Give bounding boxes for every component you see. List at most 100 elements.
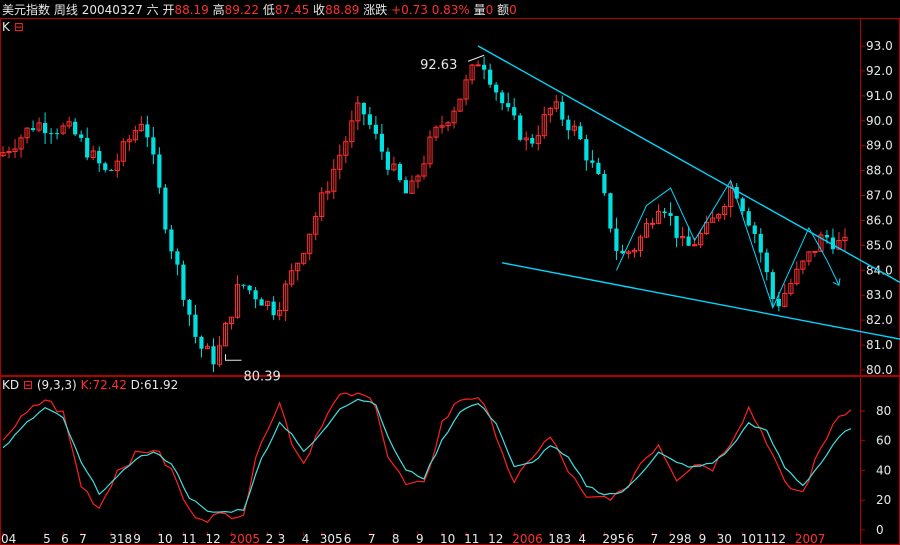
candle-body — [812, 250, 818, 253]
candle-body — [596, 162, 601, 174]
candle-body — [614, 228, 619, 251]
candle-body — [482, 64, 487, 70]
candlestick-series — [0, 56, 848, 373]
kd-series — [2, 392, 852, 524]
time-tick-label: 4 — [578, 532, 586, 545]
price-tick-label: 91.0 — [866, 89, 893, 103]
candle-body — [824, 234, 830, 238]
candle-body — [740, 198, 745, 212]
candle-body — [752, 225, 757, 234]
candle-body — [776, 299, 781, 307]
candle-body — [247, 285, 252, 291]
extreme-leader-line — [467, 54, 485, 62]
time-tick-label: 7 — [368, 532, 376, 545]
candle-body — [530, 138, 535, 144]
candle-body — [608, 193, 613, 229]
candle-body — [649, 222, 656, 225]
candle-body — [73, 121, 78, 135]
candle-body — [42, 122, 48, 134]
candle-body — [385, 151, 391, 170]
candle-body — [79, 134, 84, 138]
candle-body — [578, 126, 583, 140]
candle-body — [500, 92, 505, 104]
price-tick-label: 89.0 — [866, 139, 893, 153]
candle-body — [55, 133, 60, 135]
price-tick-label: 90.0 — [866, 114, 893, 128]
candle-body — [361, 103, 366, 115]
candle-body — [686, 236, 691, 246]
candle-body — [259, 299, 264, 306]
candle-body — [488, 69, 493, 85]
candle-body — [560, 101, 565, 120]
candle-body — [770, 272, 775, 300]
time-tick-label: 04 — [1, 532, 16, 545]
candle-body — [662, 211, 667, 214]
candle-body — [163, 187, 168, 230]
candle-body — [175, 251, 180, 265]
kd-tick-label: 40 — [876, 463, 891, 477]
time-tick-label: 6 — [61, 532, 69, 545]
candle-body — [590, 160, 595, 163]
extreme-value-label: 80.39 — [244, 369, 281, 384]
candle-body — [584, 139, 589, 161]
time-tick-label: 7 — [651, 532, 659, 545]
trend-line — [502, 262, 900, 340]
candle-body — [475, 64, 481, 67]
time-tick-label: 9 — [416, 532, 424, 545]
time-tick-label: 295 — [602, 532, 625, 545]
time-tick-label: 4 — [302, 532, 310, 545]
candle-body — [241, 284, 246, 286]
candle-body — [758, 233, 763, 253]
time-tick-label: 12 — [771, 532, 786, 545]
candle-body — [518, 115, 523, 140]
chart-window: 美元指数 周线 20040327 六 开88.19 高89.22 低87.45 … — [0, 0, 900, 545]
price-tick-label: 92.0 — [866, 64, 893, 78]
time-tick-label: 12 — [488, 532, 503, 545]
candle-body — [620, 250, 625, 254]
candle-body — [151, 137, 156, 155]
kd-tick-label: 20 — [876, 493, 891, 507]
candle-body — [169, 229, 174, 252]
kd-tick-label: 80 — [876, 404, 891, 418]
time-tick-label: 9 — [699, 532, 707, 545]
time-tick-label: 6 — [626, 532, 634, 545]
candle-body — [271, 301, 276, 316]
candle-body — [49, 133, 54, 135]
time-tick-label: 30 — [717, 532, 732, 545]
candle-body — [187, 299, 192, 315]
candle-body — [379, 133, 384, 152]
wave-path — [615, 179, 840, 310]
time-tick-label: 11 — [181, 532, 196, 545]
time-tick-label: 10 — [157, 532, 172, 545]
candle-body — [403, 180, 409, 194]
candle-body — [253, 290, 258, 300]
candle-body — [367, 114, 372, 125]
kd-tick-label: 0 — [876, 523, 884, 537]
candle-body — [566, 119, 571, 131]
candle-body — [512, 107, 517, 116]
time-tick-label: 298 — [669, 532, 692, 545]
candle-body — [764, 252, 769, 273]
price-tick-label: 80.0 — [866, 363, 893, 377]
time-tick-label: 1011 — [741, 532, 772, 545]
time-tick-label: 183 — [548, 532, 571, 545]
candle-body — [668, 213, 673, 216]
time-tick-label: 11 — [464, 532, 479, 545]
candle-body — [746, 211, 751, 226]
candle-body — [97, 150, 102, 164]
time-tick-label: 3 — [278, 532, 286, 545]
candle-body — [85, 137, 90, 158]
d-line — [2, 398, 852, 513]
time-tick-label: 7 — [79, 532, 87, 545]
kd-axis: 80 60 40 20 0 — [860, 404, 891, 537]
candle-body — [199, 336, 204, 349]
candle-body — [109, 169, 114, 171]
kd-tick-label: 60 — [876, 434, 891, 448]
time-tick-label: 2005 — [230, 532, 261, 545]
candle-body — [602, 173, 607, 194]
time-tick-label: 305 — [320, 532, 343, 545]
time-tick-label: 12 — [205, 532, 220, 545]
candle-body — [181, 264, 186, 300]
price-axis: 93.092.091.090.089.088.087.086.085.084.0… — [860, 39, 893, 377]
time-tick-label: 9 — [133, 532, 141, 545]
